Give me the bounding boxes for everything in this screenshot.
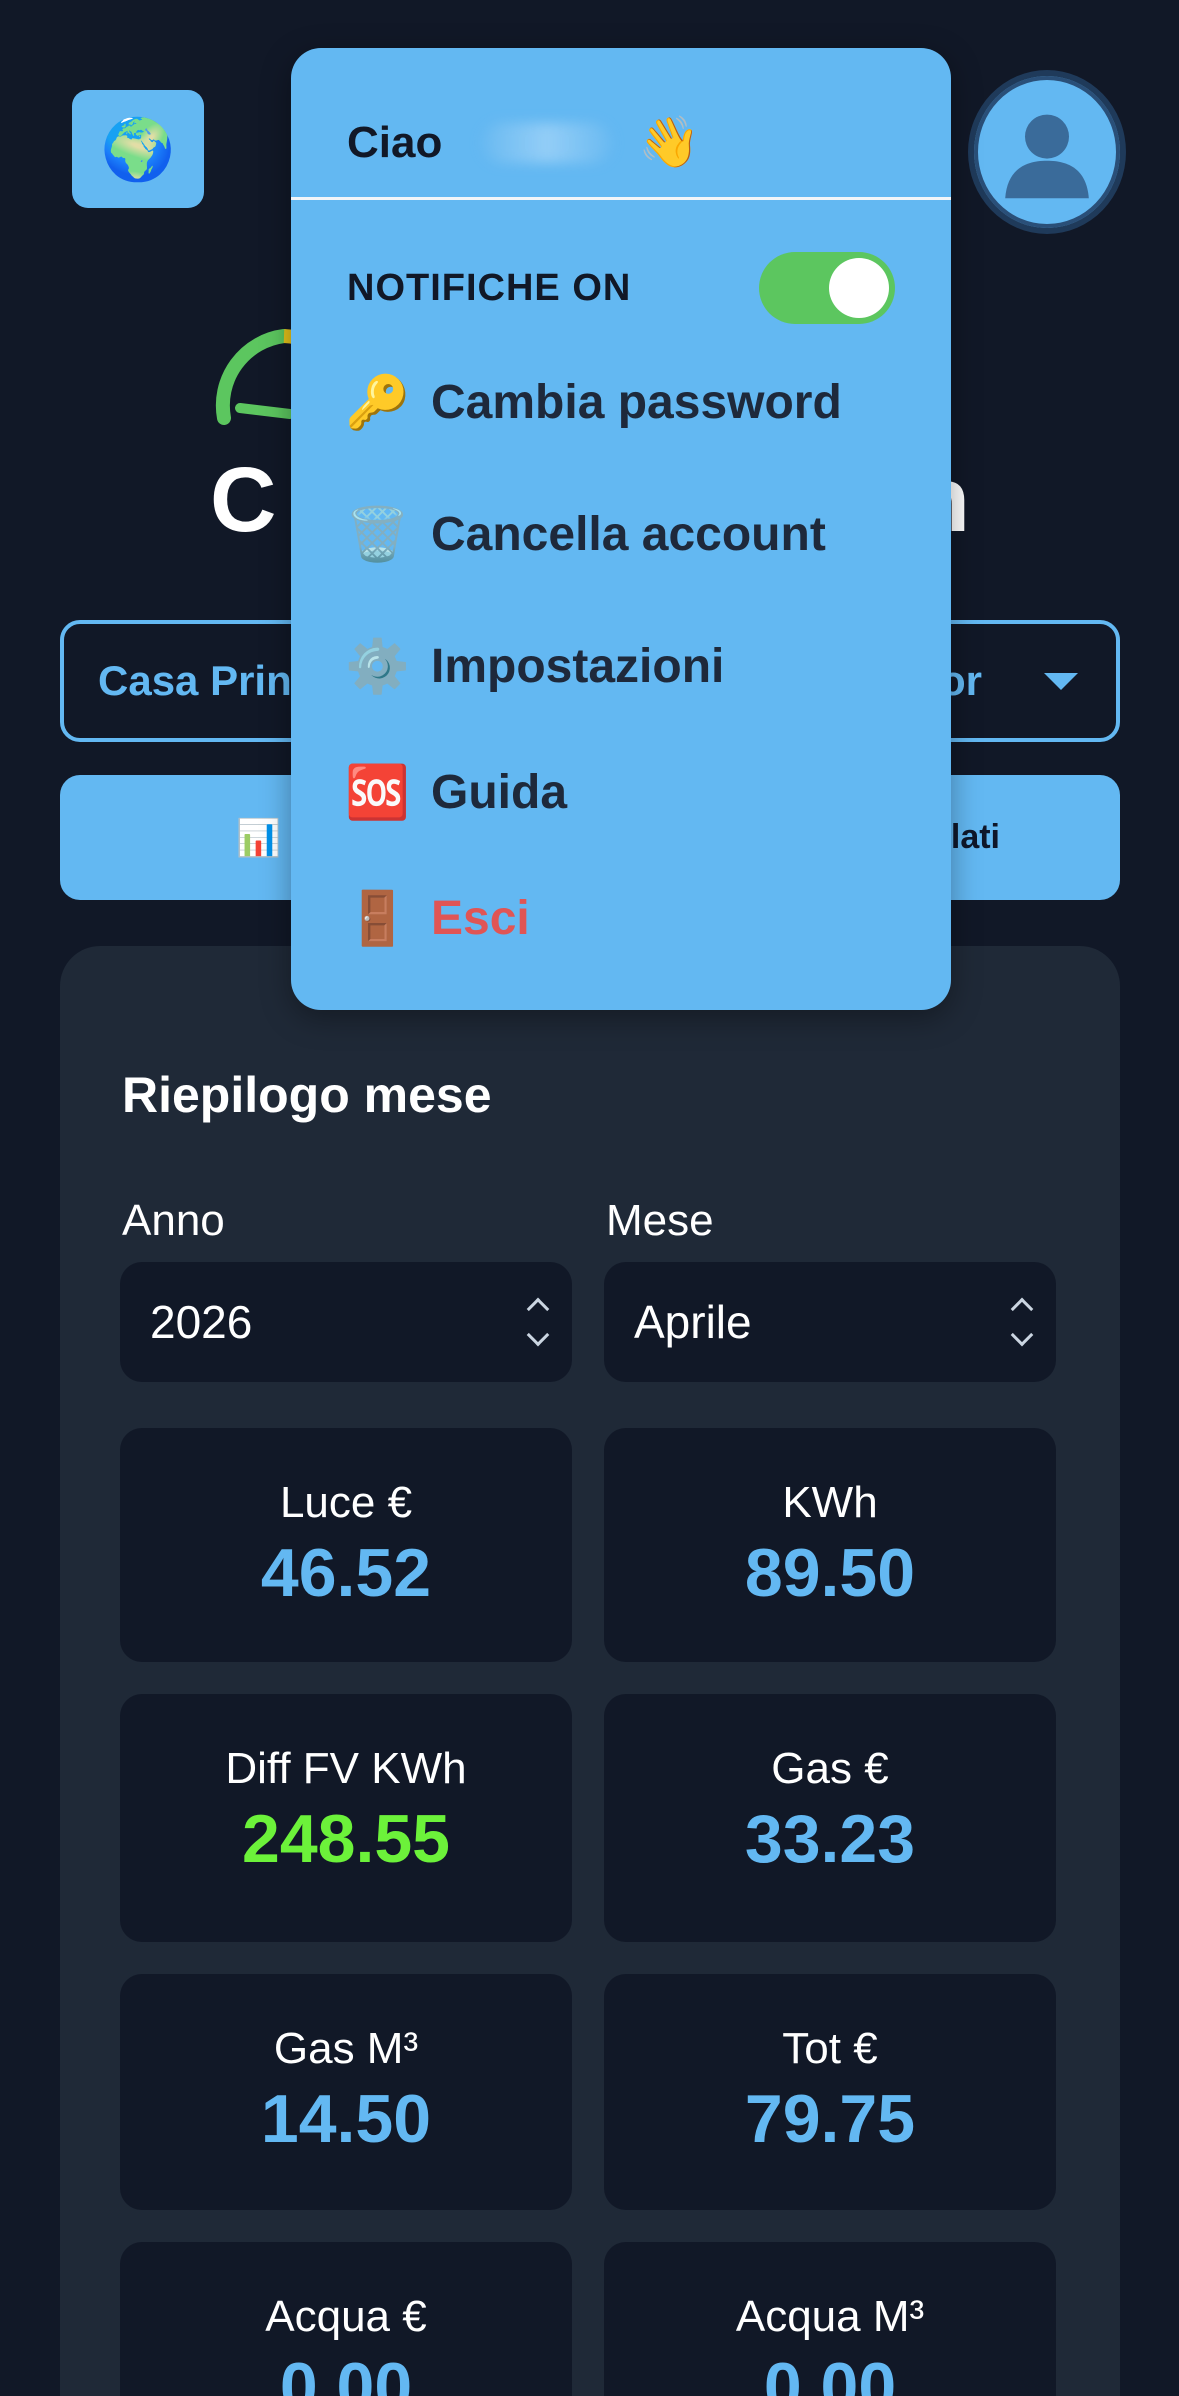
stat-diff-fv-kwh: Diff FV KWh 248.55	[120, 1694, 572, 1942]
stat-value: 0.00	[279, 2349, 413, 2396]
stat-label: Luce €	[279, 1478, 413, 1527]
notifications-label: NOTIFICHE ON	[347, 266, 632, 309]
trash-icon: 🗑️	[345, 506, 410, 564]
stat-value: 89.50	[744, 1535, 916, 1611]
menu-item-label: Impostazioni	[431, 640, 725, 693]
gear-icon: ⚙️	[345, 638, 410, 696]
caret-down-icon	[1044, 672, 1078, 690]
stat-label: Diff FV KWh	[225, 1744, 467, 1793]
stat-label: Tot €	[782, 2024, 878, 2073]
menu-item-label: Guida	[431, 766, 568, 819]
month-label: Mese	[606, 1196, 714, 1245]
stat-value: 79.75	[744, 2081, 916, 2157]
toggle-knob	[829, 258, 889, 318]
stat-value: 248.55	[242, 1801, 450, 1877]
stat-acqua-m3: Acqua M³ 0.00	[604, 2242, 1056, 2396]
profile-avatar-button[interactable]	[968, 70, 1126, 234]
menu-item-logout[interactable]: 🚪 Esci	[345, 888, 530, 949]
stat-gas-cost: Gas € 33.23	[604, 1694, 1056, 1942]
menu-item-label: Cancella account	[431, 508, 826, 561]
user-silhouette-icon	[1005, 114, 1089, 199]
stat-value: 33.23	[744, 1801, 916, 1877]
stat-label: Gas €	[771, 1744, 889, 1793]
month-picker-value: Aprile	[634, 1296, 752, 1348]
menu-item-label: Esci	[431, 892, 530, 945]
redacted-username	[482, 122, 613, 163]
language-button[interactable]: 🌍	[72, 90, 204, 208]
stat-luce-cost: Luce € 46.52	[120, 1428, 572, 1662]
stat-value: 0.00	[763, 2349, 897, 2396]
notifications-row: NOTIFICHE ON	[347, 248, 895, 328]
app-title-line2-head: C	[210, 449, 277, 551]
month-picker[interactable]: Aprile	[604, 1262, 1056, 1382]
menu-header: Ciao 👋	[291, 48, 951, 200]
house-select-value: Casa Prin	[98, 657, 292, 704]
year-label: Anno	[122, 1196, 225, 1245]
sos-icon: 🆘	[345, 764, 410, 822]
stat-acqua-cost: Acqua € 0.00	[120, 2242, 572, 2396]
waving-hand-icon: 👋	[638, 114, 701, 170]
menu-item-change-password[interactable]: 🔑 Cambia password	[345, 372, 842, 433]
menu-item-help[interactable]: 🆘 Guida	[345, 762, 567, 823]
key-icon: 🔑	[345, 374, 410, 432]
summary-title: Riepilogo mese	[122, 1067, 492, 1123]
year-picker[interactable]: 2026	[120, 1262, 572, 1382]
stat-total-cost: Tot € 79.75	[604, 1974, 1056, 2210]
chart-icon[interactable]: 📊	[236, 817, 281, 859]
greeting-text: Ciao	[347, 117, 443, 167]
stat-kwh: KWh 89.50	[604, 1428, 1056, 1662]
user-menu-dropdown: Ciao 👋 NOTIFICHE ON 🔑 Cambia password 🗑️…	[291, 48, 951, 1010]
tab-data[interactable]: lati	[951, 818, 1000, 857]
stat-value: 46.52	[260, 1535, 432, 1611]
app-screen: 🌍 d C n Casa Prin or 📊 lati Riepilogo me…	[0, 0, 1179, 2396]
updown-chevron-icon	[1010, 1297, 1034, 1347]
globe-icon: 🌍	[100, 115, 176, 183]
menu-item-settings[interactable]: ⚙️ Impostazioni	[345, 636, 724, 697]
stat-label: Acqua M³	[735, 2292, 925, 2341]
stat-label: KWh	[782, 1478, 878, 1527]
stat-label: Gas M³	[273, 2024, 419, 2073]
updown-chevron-icon	[526, 1297, 550, 1347]
menu-item-delete-account[interactable]: 🗑️ Cancella account	[345, 504, 826, 565]
door-icon: 🚪	[345, 890, 410, 948]
stat-gas-m3: Gas M³ 14.50	[120, 1974, 572, 2210]
monthly-summary-card: Riepilogo mese Anno Mese 2026 Aprile Luc…	[60, 946, 1120, 2396]
stat-label: Acqua €	[265, 2292, 427, 2341]
menu-item-label: Cambia password	[431, 376, 842, 429]
year-picker-value: 2026	[150, 1296, 253, 1348]
notifications-toggle[interactable]	[759, 252, 895, 324]
stat-value: 14.50	[260, 2081, 432, 2157]
